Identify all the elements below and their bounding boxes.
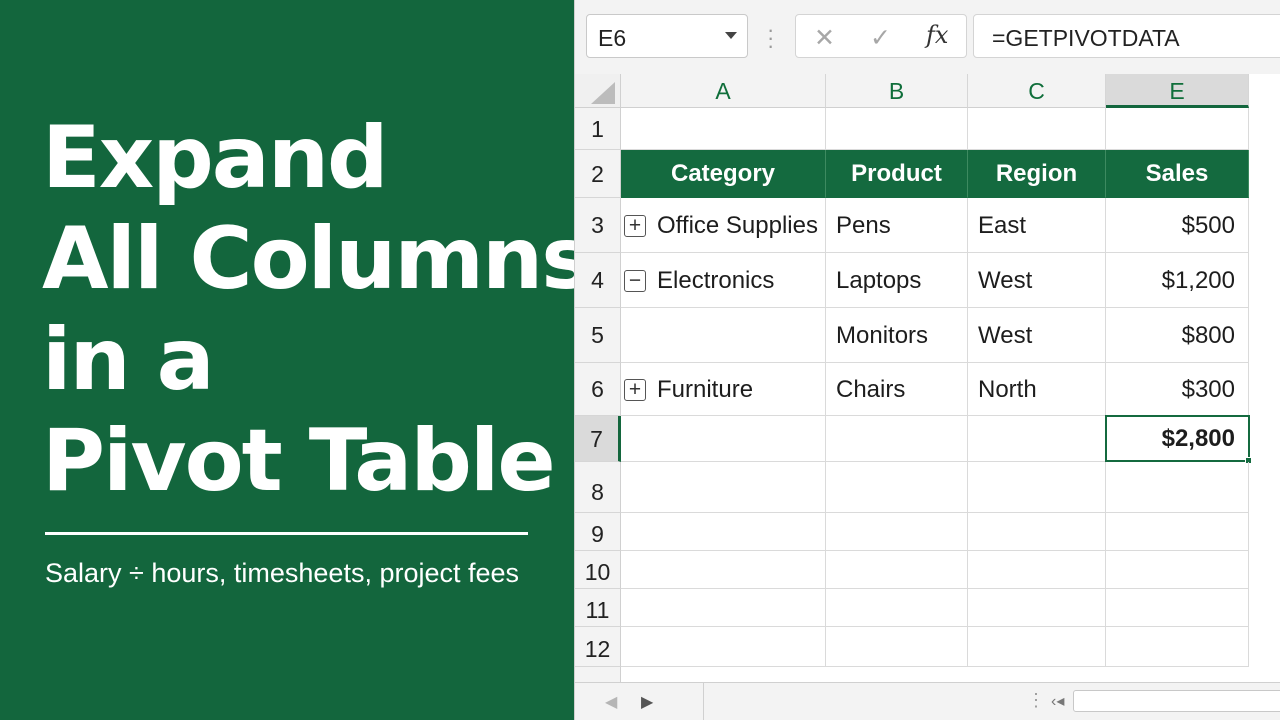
- formula-buttons: ✕ ✓ fx: [795, 14, 967, 58]
- cell-e9[interactable]: [1106, 513, 1249, 551]
- cell-e1[interactable]: [1106, 108, 1249, 150]
- previous-sheet-icon[interactable]: ◀: [605, 692, 617, 712]
- cell-c3[interactable]: East: [968, 198, 1106, 253]
- cell-b5[interactable]: Monitors: [826, 308, 968, 363]
- column-header-c[interactable]: C: [968, 74, 1106, 108]
- cell-c4[interactable]: West: [968, 253, 1106, 308]
- cell-e6[interactable]: $300: [1106, 363, 1249, 416]
- cell-a6[interactable]: + Furniture: [621, 363, 826, 416]
- cell-a1[interactable]: [621, 108, 826, 150]
- cell-c9[interactable]: [968, 513, 1106, 551]
- cancel-icon[interactable]: ✕: [814, 23, 835, 53]
- row-header-2[interactable]: 2: [575, 150, 621, 198]
- cell-c10[interactable]: [968, 551, 1106, 589]
- cell-a7[interactable]: [621, 416, 826, 462]
- check-icon[interactable]: ✓: [870, 23, 891, 53]
- cell-b8[interactable]: [826, 462, 968, 513]
- promo-title-line-2: All Columns: [42, 209, 592, 309]
- cell-e5[interactable]: $800: [1106, 308, 1249, 363]
- cell-b6[interactable]: Chairs: [826, 363, 968, 416]
- cell-c6[interactable]: North: [968, 363, 1106, 416]
- cell-e8[interactable]: [1106, 462, 1249, 513]
- cell-b10[interactable]: [826, 551, 968, 589]
- row-header-12[interactable]: 12: [575, 627, 621, 667]
- cell-c8[interactable]: [968, 462, 1106, 513]
- cell-e4[interactable]: $1,200: [1106, 253, 1249, 308]
- cell-b11[interactable]: [826, 589, 968, 627]
- cell-c5[interactable]: West: [968, 308, 1106, 363]
- promo-title-line-4: Pivot Table: [42, 411, 556, 511]
- category-label: Electronics: [657, 267, 775, 294]
- row-header-4[interactable]: 4: [575, 253, 621, 308]
- cell-b4[interactable]: Laptops: [826, 253, 968, 308]
- drag-handle-icon[interactable]: ⋮: [1027, 690, 1045, 711]
- column-header-e[interactable]: E: [1106, 74, 1249, 108]
- row-header-11[interactable]: 11: [575, 589, 621, 627]
- row-header-5[interactable]: 5: [575, 308, 621, 363]
- promo-panel: Expand All Columns in a Pivot Table Sala…: [0, 0, 592, 720]
- scroll-left-icon[interactable]: ‹◂: [1051, 691, 1064, 711]
- cell-a9[interactable]: [621, 513, 826, 551]
- cell-b12[interactable]: [826, 627, 968, 667]
- cell-a10[interactable]: [621, 551, 826, 589]
- chevron-down-icon[interactable]: [725, 32, 737, 39]
- cell-e12[interactable]: [1106, 627, 1249, 667]
- pivot-header-sales[interactable]: Sales: [1106, 150, 1249, 198]
- drag-handle-icon[interactable]: · · ·: [767, 19, 774, 57]
- cell-b3[interactable]: Pens: [826, 198, 968, 253]
- cell-a4[interactable]: − Electronics: [621, 253, 826, 308]
- cell-a12[interactable]: [621, 627, 826, 667]
- cell-b1[interactable]: [826, 108, 968, 150]
- column-header-a[interactable]: A: [621, 74, 826, 108]
- row-header-7[interactable]: 7: [575, 416, 621, 462]
- collapse-icon[interactable]: −: [624, 270, 646, 292]
- formula-bar: E6 · · · ✕ ✓ fx =GETPIVOTDATA: [575, 0, 1280, 74]
- promo-title-line-3: in a: [42, 310, 215, 410]
- expand-icon[interactable]: +: [624, 379, 646, 401]
- pivot-header-product[interactable]: Product: [826, 150, 968, 198]
- cell-c7[interactable]: [968, 416, 1106, 462]
- sheet-tab-bar: ◀ ▶ ⋮ ‹◂: [575, 682, 1280, 720]
- pivot-header-region[interactable]: Region: [968, 150, 1106, 198]
- row-header-1[interactable]: 1: [575, 108, 621, 150]
- cell-e3[interactable]: $500: [1106, 198, 1249, 253]
- insert-function-icon[interactable]: fx: [926, 21, 948, 49]
- cell-a11[interactable]: [621, 589, 826, 627]
- cell-a8[interactable]: [621, 462, 826, 513]
- tab-divider: [703, 683, 704, 720]
- promo-divider: [45, 532, 528, 535]
- row-header-6[interactable]: 6: [575, 363, 621, 416]
- column-header-b[interactable]: B: [826, 74, 968, 108]
- cell-c11[interactable]: [968, 589, 1106, 627]
- next-sheet-icon[interactable]: ▶: [641, 692, 653, 712]
- category-label: Office Supplies: [657, 212, 818, 239]
- row-header-8[interactable]: 8: [575, 462, 621, 513]
- select-all-button[interactable]: [575, 74, 621, 108]
- formula-input[interactable]: =GETPIVOTDATA: [973, 14, 1280, 58]
- row-header-3[interactable]: 3: [575, 198, 621, 253]
- cell-c12[interactable]: [968, 627, 1106, 667]
- cell-e10[interactable]: [1106, 551, 1249, 589]
- expand-icon[interactable]: +: [624, 215, 646, 237]
- worksheet-grid[interactable]: A B C E 1 2 3 4 5 6 7 8 9 10 11 12 Categ…: [575, 74, 1280, 684]
- promo-subtitle: Salary ÷ hours, timesheets, project fees: [45, 558, 520, 588]
- cell-e11[interactable]: [1106, 589, 1249, 627]
- grand-total-cell[interactable]: $2,800: [1105, 415, 1250, 462]
- row-header-9[interactable]: 9: [575, 513, 621, 551]
- horizontal-scrollbar[interactable]: [1073, 690, 1280, 712]
- category-label: Furniture: [657, 376, 754, 403]
- promo-title-line-1: Expand: [42, 108, 389, 208]
- cell-a3[interactable]: + Office Supplies: [621, 198, 826, 253]
- row-header-10[interactable]: 10: [575, 551, 621, 589]
- pivot-header-category[interactable]: Category: [621, 150, 826, 198]
- cell-a5[interactable]: [621, 308, 826, 363]
- select-all-icon: [591, 82, 615, 104]
- spreadsheet-window: E6 · · · ✕ ✓ fx =GETPIVOTDATA A B C E 1 2 …: [574, 0, 1280, 720]
- cell-c1[interactable]: [968, 108, 1106, 150]
- promo-title: Expand All Columns in a Pivot Table: [42, 108, 592, 512]
- cell-b7[interactable]: [826, 416, 968, 462]
- cell-b9[interactable]: [826, 513, 968, 551]
- name-box[interactable]: E6: [586, 14, 748, 58]
- name-box-value: E6: [598, 25, 627, 51]
